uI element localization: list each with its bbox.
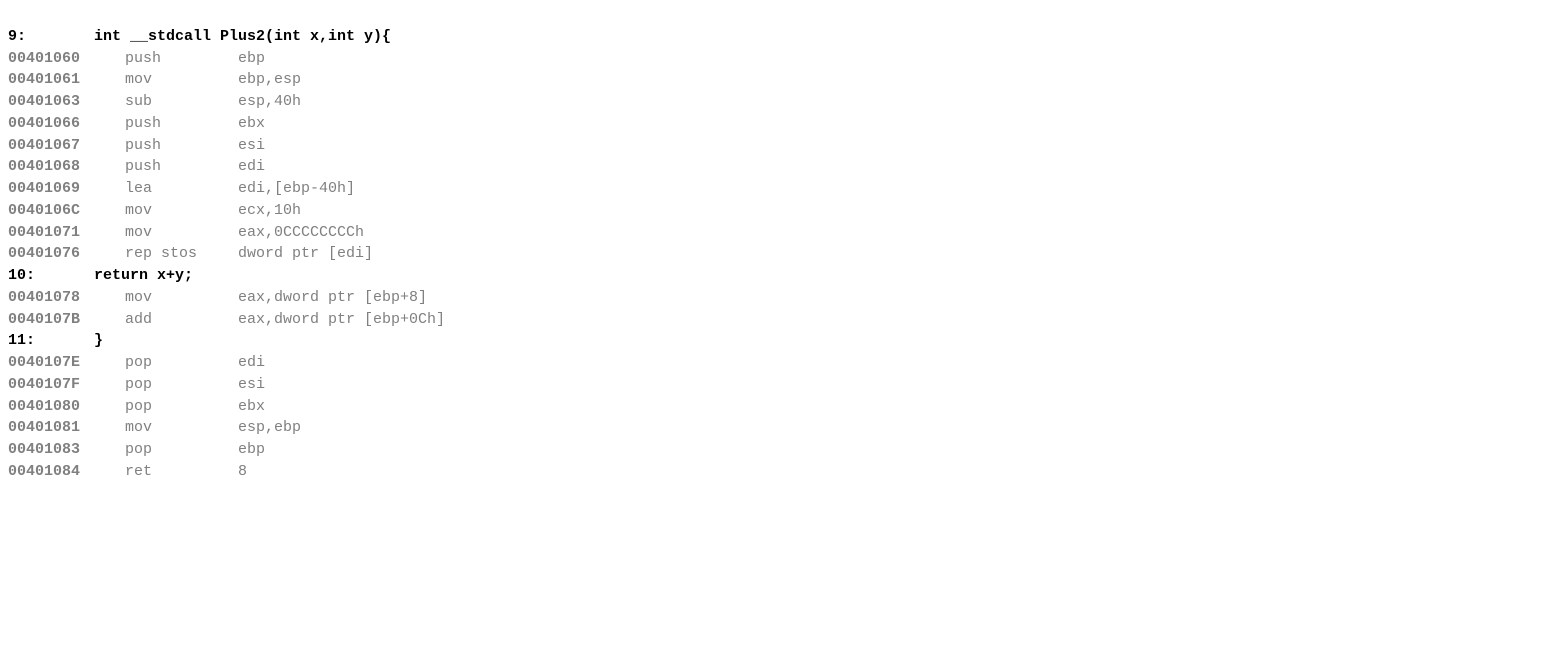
asm-address: 00401083 <box>8 439 98 461</box>
disassembly-view: 9: int __stdcall Plus2(int x,int y){0040… <box>8 4 1559 483</box>
asm-mnemonic: push <box>98 113 238 135</box>
asm-address: 00401071 <box>8 222 98 244</box>
disasm-line: 00401067 pushesi <box>8 135 1559 157</box>
asm-operand: 8 <box>238 463 247 480</box>
disasm-line: 0040107F popesi <box>8 374 1559 396</box>
asm-operand: ebx <box>238 398 265 415</box>
source-linenum: 11: <box>8 330 58 352</box>
asm-operand: esi <box>238 137 265 154</box>
asm-address: 00401080 <box>8 396 98 418</box>
asm-operand: eax,dword ptr [ebp+0Ch] <box>238 311 445 328</box>
asm-operand: edi <box>238 354 265 371</box>
asm-mnemonic: push <box>98 48 238 70</box>
asm-address: 00401084 <box>8 461 98 483</box>
asm-address: 00401063 <box>8 91 98 113</box>
asm-address: 0040107F <box>8 374 98 396</box>
disasm-line: 10: return x+y; <box>8 265 1559 287</box>
asm-mnemonic: push <box>98 135 238 157</box>
disasm-line: 00401078 moveax,dword ptr [ebp+8] <box>8 287 1559 309</box>
disasm-line: 00401080 popebx <box>8 396 1559 418</box>
source-linenum: 9: <box>8 26 58 48</box>
asm-operand: edi,[ebp-40h] <box>238 180 355 197</box>
asm-mnemonic: mov <box>98 200 238 222</box>
asm-operand: eax,0CCCCCCCCh <box>238 224 364 241</box>
disasm-line: 9: int __stdcall Plus2(int x,int y){ <box>8 26 1559 48</box>
asm-operand: edi <box>238 158 265 175</box>
disasm-line: 00401068 pushedi <box>8 156 1559 178</box>
asm-mnemonic: add <box>98 309 238 331</box>
asm-operand: dword ptr [edi] <box>238 245 373 262</box>
asm-address: 0040106C <box>8 200 98 222</box>
disasm-line: 00401063 subesp,40h <box>8 91 1559 113</box>
disasm-line: 00401081 movesp,ebp <box>8 417 1559 439</box>
asm-mnemonic: ret <box>98 461 238 483</box>
asm-mnemonic: pop <box>98 374 238 396</box>
asm-operand: esp,ebp <box>238 419 301 436</box>
source-linenum: 10: <box>8 265 58 287</box>
asm-operand: esi <box>238 376 265 393</box>
disasm-line: 0040107E popedi <box>8 352 1559 374</box>
asm-address: 00401081 <box>8 417 98 439</box>
asm-address: 00401061 <box>8 69 98 91</box>
disasm-line: 00401066 pushebx <box>8 113 1559 135</box>
source-content: } <box>58 332 103 349</box>
asm-mnemonic: pop <box>98 439 238 461</box>
asm-mnemonic: lea <box>98 178 238 200</box>
asm-mnemonic: mov <box>98 287 238 309</box>
asm-operand: esp,40h <box>238 93 301 110</box>
asm-mnemonic: sub <box>98 91 238 113</box>
disasm-line: 00401061 movebp,esp <box>8 69 1559 91</box>
asm-operand: eax,dword ptr [ebp+8] <box>238 289 427 306</box>
asm-mnemonic: rep stos <box>98 243 238 265</box>
asm-address: 00401076 <box>8 243 98 265</box>
disasm-line: 00401076 rep stosdword ptr [edi] <box>8 243 1559 265</box>
disasm-line: 11: } <box>8 330 1559 352</box>
asm-operand: ebx <box>238 115 265 132</box>
source-content: int __stdcall Plus2(int x,int y){ <box>58 28 391 45</box>
asm-mnemonic: push <box>98 156 238 178</box>
disasm-line: 0040106C movecx,10h <box>8 200 1559 222</box>
asm-mnemonic: pop <box>98 396 238 418</box>
asm-operand: ebp <box>238 50 265 67</box>
asm-address: 00401069 <box>8 178 98 200</box>
disasm-line: 00401084 ret8 <box>8 461 1559 483</box>
asm-operand: ecx,10h <box>238 202 301 219</box>
asm-address: 00401066 <box>8 113 98 135</box>
disasm-line: 00401060 pushebp <box>8 48 1559 70</box>
disasm-line: 00401083 popebp <box>8 439 1559 461</box>
disasm-line: 00401069 leaedi,[ebp-40h] <box>8 178 1559 200</box>
asm-address: 00401067 <box>8 135 98 157</box>
source-content: return x+y; <box>58 267 193 284</box>
asm-mnemonic: mov <box>98 222 238 244</box>
asm-address: 0040107E <box>8 352 98 374</box>
asm-address: 00401078 <box>8 287 98 309</box>
asm-mnemonic: mov <box>98 417 238 439</box>
disasm-line: 00401071 moveax,0CCCCCCCCh <box>8 222 1559 244</box>
asm-operand: ebp <box>238 441 265 458</box>
asm-address: 00401068 <box>8 156 98 178</box>
asm-address: 0040107B <box>8 309 98 331</box>
disasm-line: 0040107B addeax,dword ptr [ebp+0Ch] <box>8 309 1559 331</box>
asm-mnemonic: mov <box>98 69 238 91</box>
asm-operand: ebp,esp <box>238 71 301 88</box>
asm-mnemonic: pop <box>98 352 238 374</box>
asm-address: 00401060 <box>8 48 98 70</box>
